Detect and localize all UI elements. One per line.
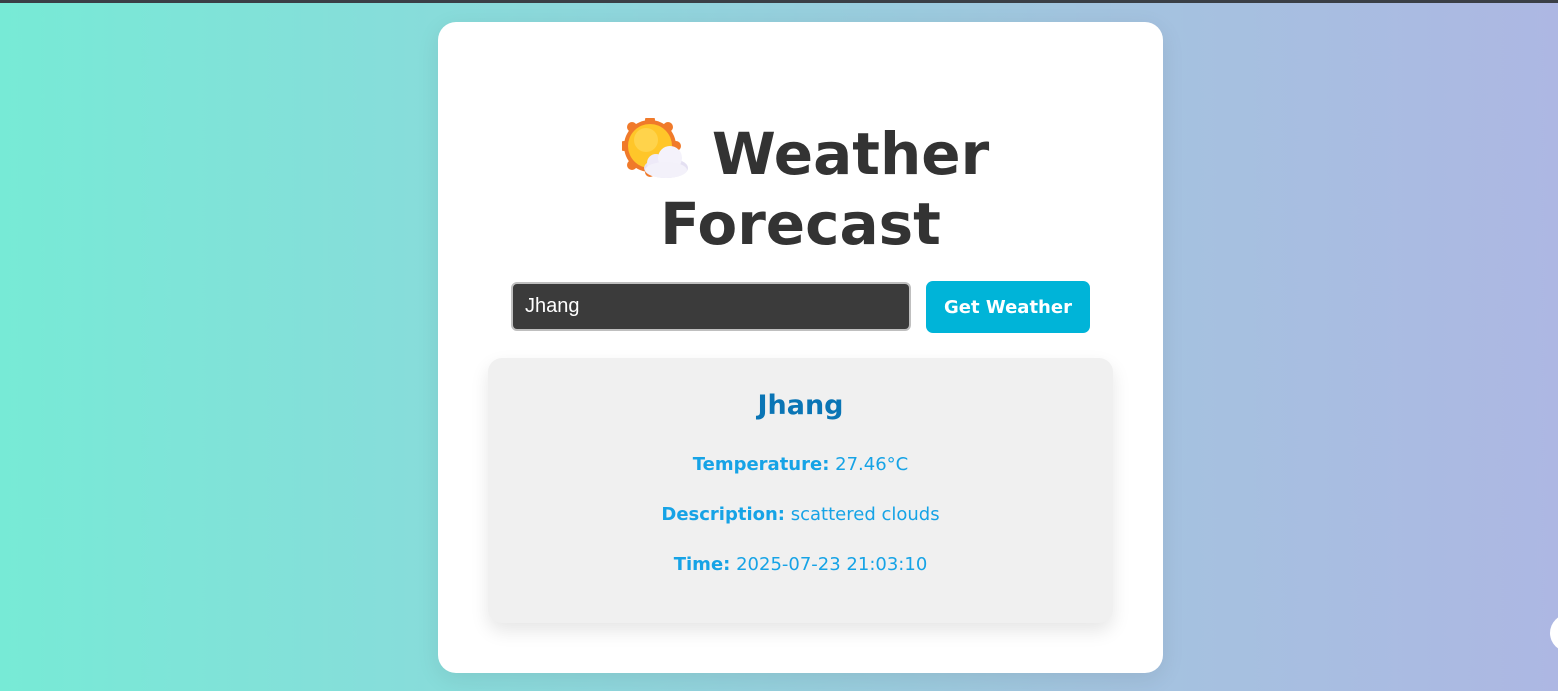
description-row: Description: scattered clouds <box>488 504 1113 525</box>
get-weather-button[interactable]: Get Weather <box>926 281 1090 333</box>
temperature-row: Temperature: 27.46°C <box>488 454 1113 475</box>
floating-scroll-button[interactable] <box>1550 614 1558 652</box>
weather-result-panel: Jhang Temperature: 27.46°C Description: … <box>488 358 1113 623</box>
weather-card: Weather Forecast Get Weather Jhang Tempe… <box>438 22 1163 673</box>
description-value: scattered clouds <box>790 504 940 525</box>
description-label: Description: <box>661 504 786 525</box>
page-title: Weather Forecast <box>438 115 1163 259</box>
temperature-value: 27.46°C <box>835 454 909 475</box>
time-row: Time: 2025-07-23 21:03:10 <box>488 554 1113 575</box>
title-word-weather: Weather <box>711 120 990 188</box>
time-label: Time: <box>673 554 731 575</box>
result-city-name: Jhang <box>757 390 844 421</box>
browser-top-strip <box>0 0 1558 3</box>
sun-behind-cloud-icon <box>618 115 690 180</box>
temperature-label: Temperature: <box>692 454 830 475</box>
title-line-2: Forecast <box>660 190 941 258</box>
time-value: 2025-07-23 21:03:10 <box>736 554 928 575</box>
city-search-input[interactable] <box>511 282 911 331</box>
title-line-1: Weather <box>438 115 1163 189</box>
